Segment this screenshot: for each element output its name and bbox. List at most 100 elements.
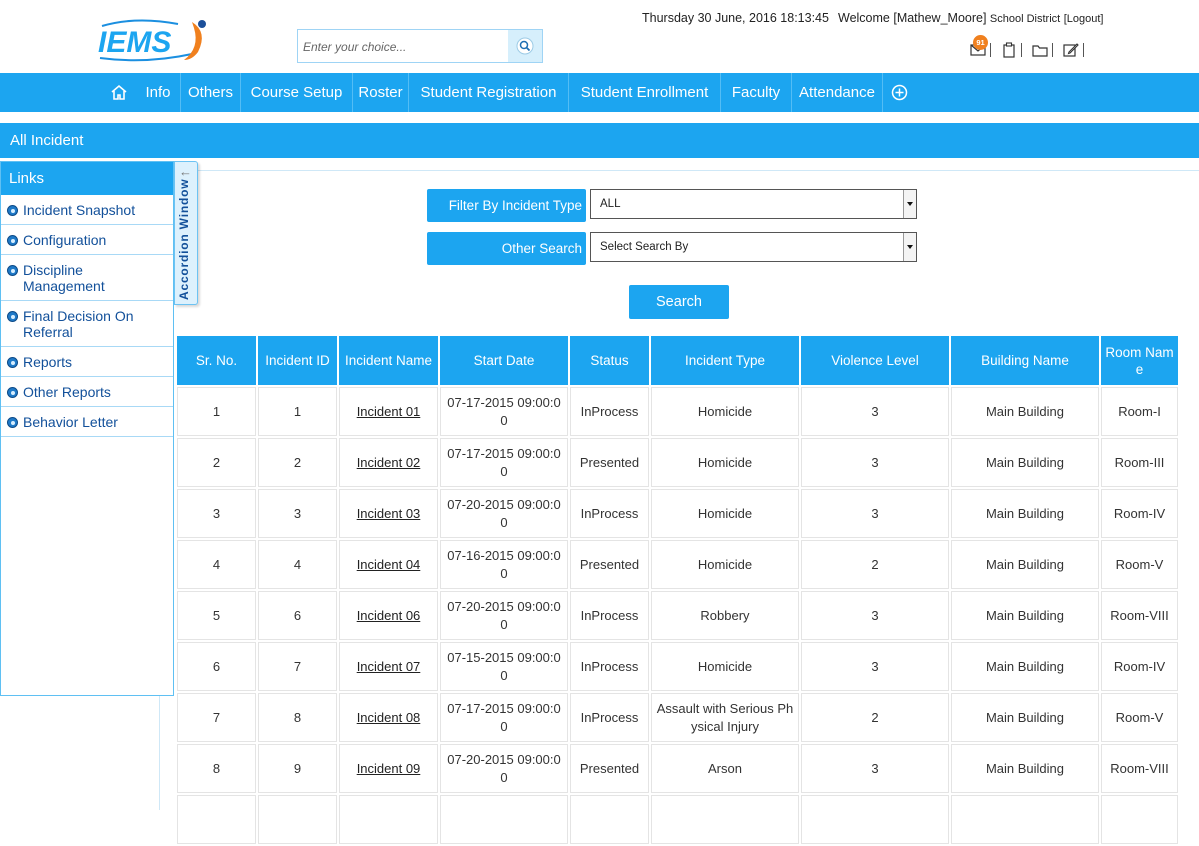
cell-violence-level: 3 [801,489,949,538]
cell-start-date: 07-20-2015 09:00:00 [440,744,568,793]
cell-incident-name[interactable]: Incident 08 [339,693,438,742]
mail-button[interactable]: 91 [968,35,988,59]
col-start-date[interactable]: Start Date [440,336,568,385]
sidebar-item-final-decision[interactable]: Final Decision On Referral [1,301,173,347]
welcome-text: Welcome [Mathew_Moore] School District [… [838,11,1103,25]
cell-room-name: Room-VIII [1101,744,1178,793]
col-building-name[interactable]: Building Name [951,336,1099,385]
separator [1083,43,1084,57]
iems-logo[interactable]: IEMS [96,14,216,64]
nav-more-button[interactable] [884,73,914,112]
cell-incident-type: Arson [651,744,799,793]
page-title: All Incident [0,123,1199,158]
sidebar-item-label: Incident Snapshot [23,202,136,218]
accordion-window-toggle[interactable]: ← Accordion Window [174,161,198,305]
cell-room-name: Room-III [1101,438,1178,487]
incident-type-select[interactable]: ALL [590,189,917,219]
cell-status: Presented [570,540,649,589]
bullet-icon [7,311,18,322]
cell-incident-name[interactable]: Incident 07 [339,642,438,691]
sidebar-item-incident-snapshot[interactable]: Incident Snapshot [1,195,173,225]
cell-incident-id: 8 [258,693,337,742]
cell-incident-id [258,795,337,844]
cell-incident-name[interactable] [339,795,438,844]
sidebar-item-other-reports[interactable]: Other Reports [1,377,173,407]
cell-room-name: Room-V [1101,540,1178,589]
table-row[interactable]: 8 9 Incident 09 07-20-2015 09:00:00 Presente… [177,744,1178,793]
cell-violence-level: 3 [801,387,949,436]
logout-link[interactable]: [Logout] [1064,13,1104,25]
sidebar-item-discipline-management[interactable]: Discipline Management [1,255,173,301]
cell-sr-no: 3 [177,489,256,538]
nav-others[interactable]: Others [181,73,241,112]
folder-icon [1032,44,1048,57]
cell-incident-id: 6 [258,591,337,640]
nav-student-enrollment[interactable]: Student Enrollment [569,73,721,112]
col-incident-type[interactable]: Incident Type [651,336,799,385]
cell-start-date: 07-16-2015 09:00:00 [440,540,568,589]
cell-incident-name[interactable]: Incident 01 [339,387,438,436]
nav-student-registration[interactable]: Student Registration [409,73,569,112]
nav-info[interactable]: Info [136,73,181,112]
cell-status [570,795,649,844]
separator [1052,43,1053,57]
nav-roster[interactable]: Roster [353,73,409,112]
chevron-down-icon [903,233,916,261]
cell-incident-name[interactable]: Incident 09 [339,744,438,793]
current-datetime: Thursday 30 June, 2016 18:13:45 [642,11,829,25]
nav-course-setup[interactable]: Course Setup [241,73,353,112]
header-icons: 91 [968,35,1092,60]
col-room-name[interactable]: Room Name [1101,336,1178,385]
cell-incident-name[interactable]: Incident 04 [339,540,438,589]
table-row[interactable]: 5 6 Incident 06 07-20-2015 09:00:00 InProces… [177,591,1178,640]
cell-building-name: Main Building [951,642,1099,691]
cell-incident-name[interactable]: Incident 02 [339,438,438,487]
cell-incident-id: 9 [258,744,337,793]
col-violence-level[interactable]: Violence Level [801,336,949,385]
cell-status: InProcess [570,387,649,436]
table-row[interactable]: 4 4 Incident 04 07-16-2015 09:00:00 Presente… [177,540,1178,589]
cell-room-name: Room-IV [1101,642,1178,691]
table-row[interactable]: 1 1 Incident 01 07-17-2015 09:00:00 InProces… [177,387,1178,436]
table-row[interactable]: 2 2 Incident 02 07-17-2015 09:00:00 Presente… [177,438,1178,487]
search-submit-button[interactable]: Search [629,285,729,319]
table-row[interactable]: 7 8 Incident 08 07-17-2015 09:00:00 InProces… [177,693,1178,742]
search-input[interactable] [301,34,505,60]
cell-sr-no: 4 [177,540,256,589]
cell-building-name: Main Building [951,387,1099,436]
home-button[interactable] [104,73,134,112]
folder-button[interactable] [1030,41,1050,59]
main-nav: Info Others Course Setup Roster Student … [0,73,1199,112]
cell-building-name: Main Building [951,693,1099,742]
table-row[interactable] [177,795,1178,844]
sidebar-item-reports[interactable]: Reports [1,347,173,377]
cell-room-name [1101,795,1178,844]
cell-sr-no: 5 [177,591,256,640]
col-incident-name[interactable]: Incident Name [339,336,438,385]
cell-violence-level [801,795,949,844]
nav-attendance[interactable]: Attendance [792,73,883,112]
clipboard-button[interactable] [999,41,1019,59]
sidebar-item-label: Reports [23,354,73,370]
cell-incident-name[interactable]: Incident 06 [339,591,438,640]
other-search-select[interactable]: Select Search By [590,232,917,262]
sidebar-item-configuration[interactable]: Configuration [1,225,173,255]
cell-incident-name[interactable]: Incident 03 [339,489,438,538]
nav-faculty[interactable]: Faculty [721,73,792,112]
bullet-icon [7,357,18,368]
table-row[interactable]: 3 3 Incident 03 07-20-2015 09:00:00 InProces… [177,489,1178,538]
cell-incident-type: Assault with Serious Physical Injury [651,693,799,742]
sidebar-item-behavior-letter[interactable]: Behavior Letter [1,407,173,437]
search-button[interactable] [508,30,542,62]
col-incident-id[interactable]: Incident ID [258,336,337,385]
edit-button[interactable] [1061,41,1081,59]
cell-status: InProcess [570,591,649,640]
col-sr-no[interactable]: Sr. No. [177,336,256,385]
col-status[interactable]: Status [570,336,649,385]
table-row[interactable]: 6 7 Incident 07 07-15-2015 09:00:00 InProces… [177,642,1178,691]
links-sidebar: Links Incident Snapshot Configuration Di… [0,161,174,696]
cell-room-name: Room-V [1101,693,1178,742]
cell-incident-type: Robbery [651,591,799,640]
table-header-row: Sr. No. Incident ID Incident Name Start … [177,336,1178,385]
header: IEMS Thursday 30 June, 2016 18:13:45 Wel… [0,0,1199,73]
